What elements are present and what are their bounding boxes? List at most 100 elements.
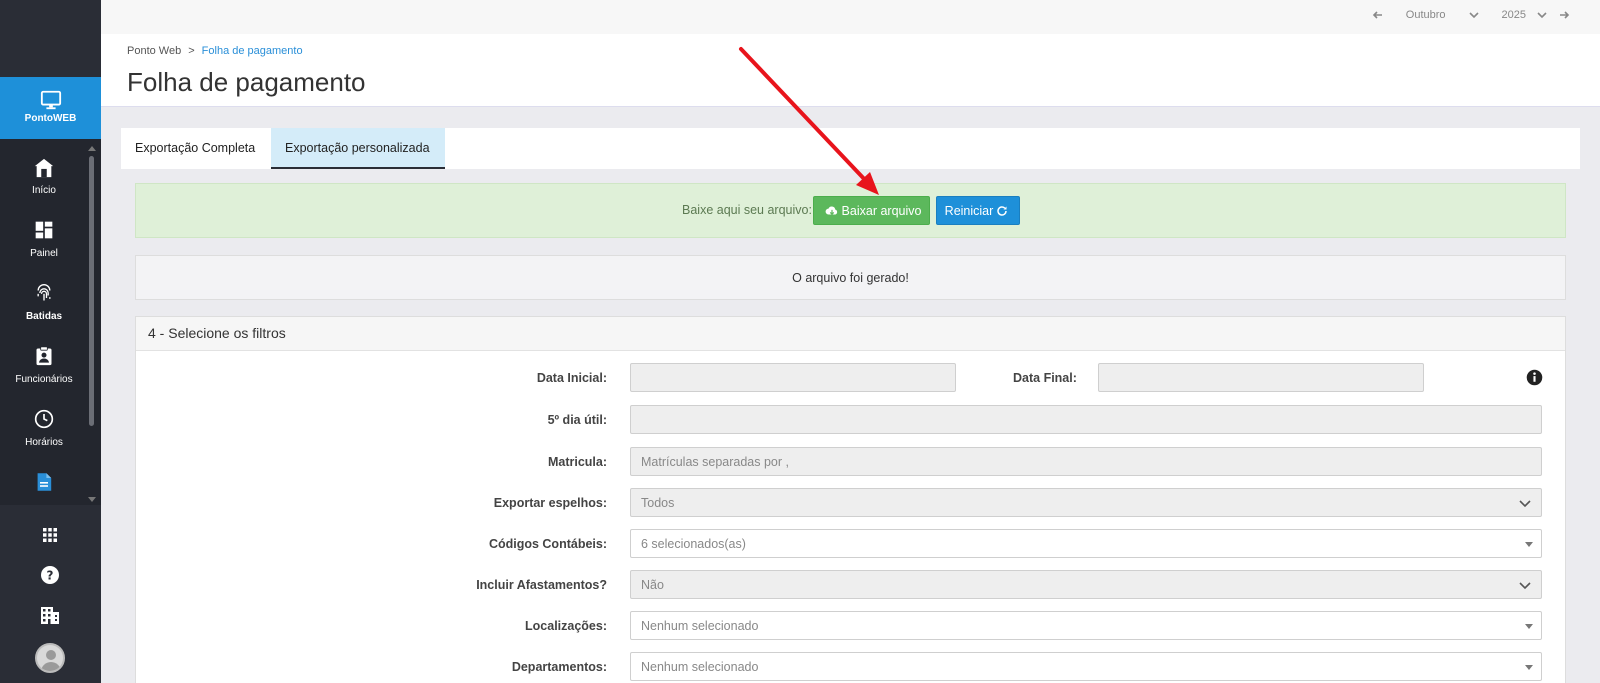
- localizacoes-select[interactable]: Nenhum selecionado: [630, 611, 1542, 640]
- help-icon[interactable]: ?: [38, 563, 62, 587]
- row-exportar-espelhos: Exportar espelhos: Todos: [136, 488, 1567, 518]
- row-datas: Data Inicial: Data Final:: [136, 363, 1567, 393]
- departamentos-select[interactable]: Nenhum selecionado: [630, 652, 1542, 681]
- exportar-espelhos-select[interactable]: Todos: [630, 488, 1542, 517]
- chevron-down-icon: [1519, 582, 1531, 590]
- scroll-thumb[interactable]: [89, 156, 94, 426]
- data-final-input[interactable]: [1098, 363, 1424, 392]
- download-file-button[interactable]: Baixar arquivo: [813, 196, 930, 225]
- chevron-down-icon[interactable]: [1468, 9, 1480, 21]
- sidebar-item-label: Funcionários: [15, 374, 73, 385]
- filters-panel: 4 - Selecione os filtros Data Inicial: D…: [135, 316, 1566, 683]
- departamentos-label: Departamentos:: [511, 660, 607, 674]
- status-well: O arquivo foi gerado!: [135, 255, 1566, 300]
- sidebar-item-label: Batidas: [25, 311, 63, 322]
- avatar-body: [41, 662, 61, 671]
- svg-text:?: ?: [47, 569, 54, 583]
- refresh-icon: [997, 205, 1008, 216]
- data-inicial-label: Data Inicial:: [536, 371, 607, 385]
- exportar-espelhos-label: Exportar espelhos:: [493, 496, 607, 510]
- caret-down-icon: [1525, 665, 1533, 670]
- localizacoes-value: Nenhum selecionado: [641, 619, 759, 633]
- matricula-input[interactable]: Matrículas separadas por ,: [630, 447, 1542, 476]
- page-title: Folha de pagamento: [127, 67, 366, 97]
- download-alert: Baixe aqui seu arquivo: Baixar arquivo R…: [135, 183, 1566, 238]
- row-matricula: Matricula: Matrículas separadas por ,: [136, 447, 1567, 477]
- year-value[interactable]: 2025: [1502, 9, 1526, 21]
- restart-label: Reiniciar: [944, 203, 994, 218]
- caret-down-icon: [1525, 624, 1533, 629]
- period-selector: Outubro 2025: [1362, 9, 1570, 21]
- sidebar-item-funcionarios[interactable]: Funcionários: [0, 328, 88, 391]
- matricula-placeholder: Matrículas separadas por ,: [641, 455, 789, 469]
- sidebar-item-folha[interactable]: [0, 454, 88, 505]
- departamentos-value: Nenhum selecionado: [641, 660, 759, 674]
- sidebar: PontoWEB Início Painel Batidas Funcionár…: [0, 0, 101, 683]
- sidebar-scrollbar[interactable]: [88, 146, 96, 502]
- data-final-label: Data Final:: [1013, 371, 1077, 385]
- scroll-up-arrow[interactable]: [88, 146, 96, 151]
- sidebar-item-painel[interactable]: Painel: [0, 202, 88, 265]
- restart-button[interactable]: Reiniciar: [936, 196, 1020, 225]
- top-bar: Outubro 2025: [101, 0, 1600, 34]
- arrow-right-icon[interactable]: [1558, 9, 1570, 21]
- filters-title: 4 - Selecione os filtros: [136, 317, 1565, 351]
- breadcrumb-root[interactable]: Ponto Web: [127, 45, 181, 57]
- row-departamentos: Departamentos: Nenhum selecionado: [136, 652, 1567, 682]
- afastamentos-value: Não: [641, 578, 664, 592]
- afastamentos-label: Incluir Afastamentos?: [476, 578, 607, 592]
- clock-icon: [34, 409, 54, 429]
- tab-exportacao-personalizada[interactable]: Exportação personalizada: [271, 128, 445, 169]
- sidebar-bottom: ?: [0, 507, 101, 683]
- sidebar-item-inicio[interactable]: Início: [0, 139, 88, 202]
- info-icon[interactable]: [1526, 369, 1543, 386]
- apps-grid-icon[interactable]: [38, 523, 62, 547]
- codigos-label: Códigos Contábeis:: [488, 537, 607, 551]
- scroll-down-arrow[interactable]: [88, 497, 96, 502]
- codigos-value: 6 selecionados(as): [641, 537, 746, 551]
- sidebar-item-label: Horários: [25, 437, 63, 448]
- export-tabs: Exportação Completa Exportação personali…: [121, 128, 1580, 169]
- chevron-down-icon[interactable]: [1536, 9, 1548, 21]
- building-icon[interactable]: [38, 603, 62, 627]
- page-header: Ponto Web > Folha de pagamento Folha de pa…: [101, 34, 1600, 107]
- month-value[interactable]: Outubro: [1406, 9, 1446, 21]
- download-prompt: Baixe aqui seu arquivo:: [682, 203, 812, 217]
- sidebar-item-label: Painel: [30, 248, 58, 259]
- sidebar-nav: Início Painel Batidas Funcionários Horár…: [0, 139, 101, 505]
- home-icon: [34, 158, 54, 178]
- sidebar-top: [0, 0, 101, 77]
- brand-label: PontoWEB: [24, 113, 77, 124]
- arrow-left-icon[interactable]: [1372, 9, 1384, 21]
- data-inicial-input[interactable]: [630, 363, 956, 392]
- sidebar-item-horarios[interactable]: Horários: [0, 391, 88, 454]
- quinto-dia-label: 5º dia útil:: [547, 413, 607, 427]
- document-icon: [37, 473, 52, 491]
- clipboard-user-icon: [36, 346, 52, 366]
- breadcrumb: Ponto Web > Folha de pagamento: [127, 45, 303, 57]
- download-file-label: Baixar arquivo: [841, 203, 922, 218]
- localizacoes-label: Localizações:: [525, 619, 607, 633]
- codigos-select[interactable]: 6 selecionados(as): [630, 529, 1542, 558]
- afastamentos-select[interactable]: Não: [630, 570, 1542, 599]
- sidebar-item-batidas[interactable]: Batidas: [0, 265, 88, 328]
- row-codigos: Códigos Contábeis: 6 selecionados(as): [136, 529, 1567, 559]
- matricula-label: Matricula:: [547, 455, 607, 469]
- tab-exportacao-completa[interactable]: Exportação Completa: [121, 128, 271, 169]
- brand-tile[interactable]: PontoWEB: [0, 77, 101, 146]
- cloud-download-icon: [825, 205, 837, 215]
- breadcrumb-separator: >: [188, 45, 195, 57]
- avatar[interactable]: [35, 643, 65, 673]
- row-localizacoes: Localizações: Nenhum selecionado: [136, 611, 1567, 641]
- quinto-dia-input[interactable]: [630, 405, 1542, 434]
- avatar-head: [46, 650, 56, 660]
- caret-down-icon: [1525, 542, 1533, 547]
- row-quinto-dia: 5º dia útil:: [136, 405, 1567, 435]
- sidebar-item-label: Início: [32, 185, 56, 196]
- status-message: O arquivo foi gerado!: [792, 271, 909, 285]
- exportar-espelhos-value: Todos: [641, 496, 675, 510]
- dashboard-icon: [35, 221, 53, 239]
- monitor-icon: [40, 90, 61, 110]
- breadcrumb-current[interactable]: Folha de pagamento: [202, 45, 303, 57]
- fingerprint-icon: [37, 284, 51, 301]
